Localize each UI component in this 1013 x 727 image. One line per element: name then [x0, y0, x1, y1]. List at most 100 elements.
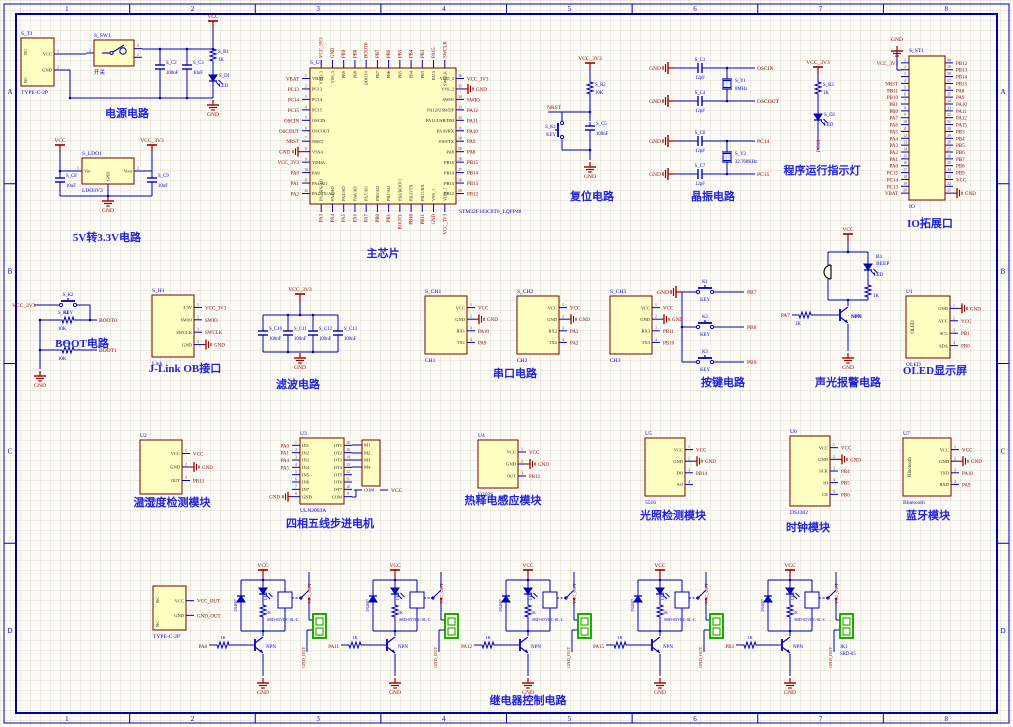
net-label-vcc-out[interactable]: VCC_OUT [307, 583, 312, 604]
net-label-pa12[interactable]: PA12 [956, 117, 967, 122]
net-label-pa9[interactable]: PA9 [956, 96, 965, 101]
caption-power[interactable]: 电源电路 [105, 106, 150, 120]
component-s-k1[interactable]: S_K1 KEY [545, 120, 565, 140]
net-label-pb10[interactable]: PB10 [887, 96, 899, 101]
net-label-vcc[interactable]: VCC [962, 449, 973, 454]
component-k1[interactable]: K1 KEY [695, 280, 715, 303]
ground-flag[interactable]: GND [584, 162, 596, 180]
power-flag-vcc[interactable]: VCC [842, 227, 854, 241]
ground-flag[interactable]: GND [190, 462, 213, 472]
net-label-swclk[interactable]: SWCLK [205, 331, 223, 336]
net-label-pa3[interactable]: PA3 [570, 330, 579, 335]
component-s-c2[interactable]: S_C2 100nF [155, 61, 179, 76]
net-label-pb5[interactable]: PB5 [398, 49, 403, 58]
component-s-ldo1[interactable]: S_LDO1 LDO3V3 3 Vin 2 Vout GND [74, 151, 142, 194]
caption-runled[interactable]: 程序运行指示灯 [784, 163, 861, 177]
net-label-oscout[interactable]: OSCOUT [279, 130, 299, 135]
component-s-r2[interactable]: S_R2 10K [585, 80, 606, 96]
net-label-pa6[interactable]: PA6 [890, 124, 899, 129]
net-label-pa9[interactable]: PA9 [478, 341, 487, 346]
component-s-c11[interactable]: S_C11 100nF [283, 327, 307, 342]
caption-stepper[interactable]: 四相五线步进电机 [286, 516, 374, 530]
net-label-oscin[interactable]: OSCIN [284, 119, 299, 124]
relay-coil[interactable] [409, 591, 425, 609]
net-label-nrst[interactable]: NRST [547, 105, 562, 111]
net-label-pb9[interactable]: PB9 [342, 49, 347, 58]
power-flag-vcc[interactable]: VCC [522, 563, 534, 577]
ground-flag[interactable]: GND [649, 168, 674, 180]
component-s-c4[interactable]: S_C4 12pF [694, 91, 706, 114]
ground-flag[interactable]: GND [654, 678, 666, 696]
net-label-pb3[interactable]: PB3 [725, 645, 734, 650]
power-flag-vcc_3v3[interactable]: VCC_3V3 [140, 138, 164, 152]
caption-clock[interactable]: 时钟模块 [786, 520, 831, 534]
net-label-pa0[interactable]: PA0 [291, 172, 300, 177]
net-label-pb13[interactable]: PB13 [956, 69, 968, 74]
net-label-pa6[interactable]: PA6 [353, 213, 358, 222]
relay-unit-4[interactable]: VCC GND 1N4007 LED 1K SRD-05VDC-SL-C VCC_OUT GN… [593, 563, 724, 696]
net-label-pa9[interactable]: PA9 [467, 140, 476, 145]
net-label-pa3[interactable]: PA3 [890, 144, 899, 149]
net-label-pb0[interactable]: PB0 [376, 213, 381, 222]
net-label-vbat[interactable]: VBAT [885, 192, 898, 197]
net-label-pb10[interactable]: PB10 [410, 213, 415, 224]
net-label-b1[interactable]: B1 [876, 254, 883, 260]
net-label-vcc[interactable]: VCC [663, 307, 674, 312]
component-u6[interactable]: U6 DS1302 1 VCC VCC 2 GND GND 3 SCK PB4 4 IO PB5 5 CE PB… [789, 429, 861, 516]
net-label-pc15[interactable]: PC15 [757, 172, 769, 178]
ground-flag[interactable]: GND [838, 454, 861, 465]
net-label-pb12[interactable]: PB12 [956, 62, 968, 67]
net-label-pb3[interactable]: PB3 [421, 49, 426, 58]
net-label-pc15[interactable]: PC15 [887, 172, 899, 177]
net-label-pb9[interactable]: PB9 [747, 360, 757, 366]
ground-flag[interactable]: GND [34, 371, 46, 389]
net-label-pa7[interactable]: PA7 [365, 213, 370, 222]
relay-coil[interactable] [277, 591, 293, 609]
power-flag-vcc_3v3[interactable]: VCC_3V3 [578, 56, 602, 70]
net-label-vcc_3v3[interactable]: VCC_3V3 [467, 77, 489, 82]
component-res[interactable]: 1K [795, 310, 813, 327]
net-label-pa11[interactable]: PA11 [956, 110, 967, 115]
net-label-pb15[interactable]: PB15 [467, 161, 479, 166]
ground-flag[interactable]: GND [102, 196, 114, 214]
net-label-pb0[interactable]: PB0 [889, 110, 898, 115]
ground-flag[interactable]: GND [959, 456, 982, 467]
net-label-pb3[interactable]: PB3 [956, 130, 965, 135]
relay-coil[interactable] [674, 591, 690, 609]
net-label-vcc_3v3[interactable]: VCC_3V3 [205, 306, 227, 311]
net-label-pc14[interactable]: PC14 [887, 178, 899, 183]
net-label-pb7[interactable]: PB7 [956, 158, 965, 163]
net-label-pb10[interactable]: PB10 [663, 341, 675, 346]
ground-flag[interactable]: GND [567, 314, 590, 325]
component-s-c6[interactable]: S_C6 12pF [694, 131, 706, 154]
net-label-npn[interactable]: NPN [851, 314, 862, 320]
net-label-pa5[interactable]: PA5 [890, 130, 899, 135]
net-label-gnd[interactable]: GND [891, 37, 903, 43]
net-label-pb11[interactable]: PB11 [663, 330, 674, 335]
power-flag-vcc[interactable]: VCC [207, 14, 219, 28]
component-s-st1[interactable]: S_ST1IO1VCC_3V3234NRST5PB116PB107PB18PB0… [877, 48, 977, 210]
net-label-boot0[interactable]: BOOT0 [365, 42, 370, 58]
caption-bt[interactable]: 蓝牙模块 [906, 508, 951, 522]
net-label-swio[interactable]: SWIO [467, 98, 480, 103]
net-label-vcc[interactable]: VCC [529, 451, 540, 456]
net-label-boot1[interactable]: BOOT1 [398, 213, 403, 229]
net-label-pb13[interactable]: PB13 [193, 480, 205, 485]
component-s-sw1[interactable]: S_SW1 开关 2 3 1 [86, 33, 142, 76]
net-label-vcc[interactable]: VCC [570, 307, 581, 312]
power-flag-vcc_3v3[interactable]: VCC_3V3 [288, 287, 312, 301]
net-label-vcc[interactable]: VCC [841, 447, 852, 452]
net-label-pc15[interactable]: PC15 [288, 109, 300, 114]
net-label-pa12[interactable]: PA12 [467, 109, 478, 114]
net-label-pa3[interactable]: PA3 [320, 213, 325, 222]
ground-flag[interactable]: GND [842, 353, 854, 371]
net-label-pa12[interactable]: PA12 [461, 645, 472, 650]
net-label-pb0[interactable]: PB0 [961, 345, 970, 350]
component-s-r3[interactable]: S_R3 1K [813, 80, 834, 96]
ground-flag[interactable]: GND [657, 286, 682, 298]
net-label-pa4[interactable]: PA4 [890, 137, 899, 142]
component-s-h1[interactable]: S_H1Link13.3V VCC_3V32SWIO SWIO3SWCLK SWCLK… [151, 288, 227, 367]
component-s-c5[interactable]: S_C5 100nF [585, 122, 609, 137]
ground-flag[interactable]: GND [649, 62, 674, 74]
ground-flag[interactable]: GND [649, 95, 674, 107]
